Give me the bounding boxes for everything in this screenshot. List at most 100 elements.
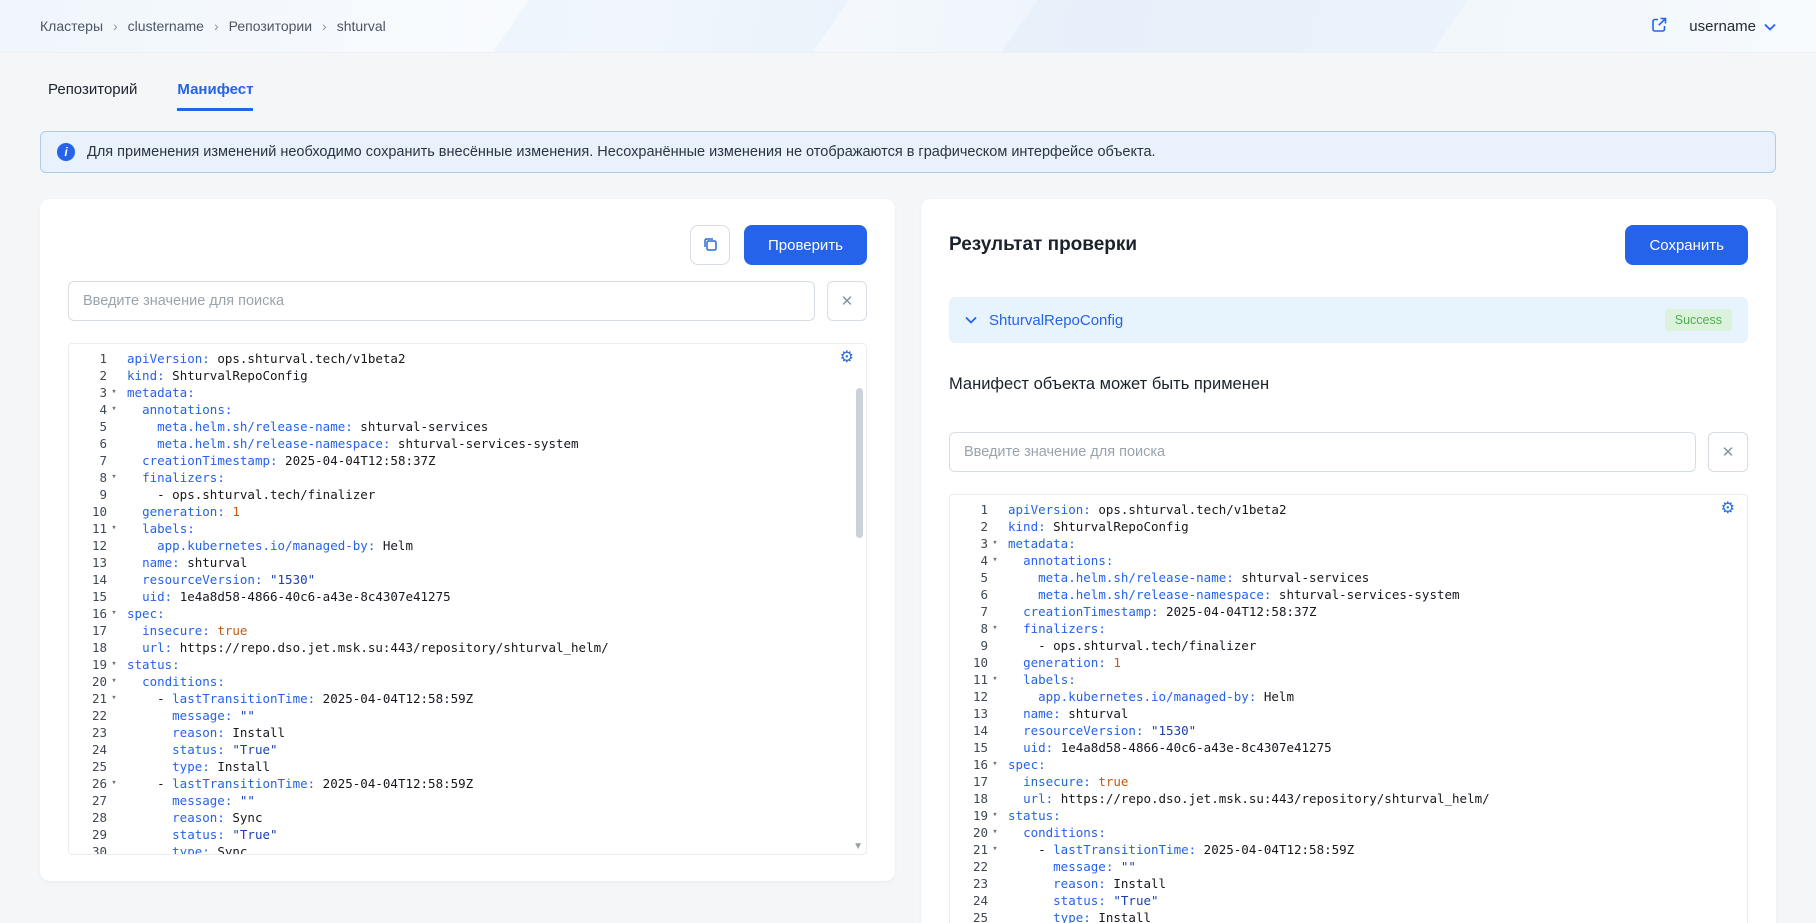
code-line: 4▾ annotations: xyxy=(950,552,1747,569)
breadcrumb-separator: › xyxy=(214,18,219,34)
result-yaml-content[interactable]: 1apiVersion: ops.shturval.tech/v1beta22k… xyxy=(950,495,1747,923)
code-line: 22 message: "" xyxy=(69,707,866,724)
info-icon: i xyxy=(57,143,75,161)
code-line: 6 meta.helm.sh/release-namespace: shturv… xyxy=(69,435,866,452)
code-line: 3▾metadata: xyxy=(950,535,1747,552)
editor-scrollbar[interactable] xyxy=(856,388,863,538)
result-header: Результат проверки Сохранить xyxy=(949,225,1748,265)
code-line: 15 uid: 1e4a8d58-4866-40c6-a43e-8c4307e4… xyxy=(69,588,866,605)
result-search-row: ✕ xyxy=(949,432,1748,472)
code-line: 23 reason: Install xyxy=(950,875,1747,892)
result-message: Манифест объекта может быть применен xyxy=(949,375,1748,394)
breadcrumb-clustername[interactable]: clustername xyxy=(128,18,204,34)
code-line: 4▾ annotations: xyxy=(69,401,866,418)
user-menu[interactable]: username xyxy=(1689,18,1776,35)
breadcrumb: Кластеры › clustername › Репозитории › s… xyxy=(40,18,386,34)
page: Кластеры › clustername › Репозитории › s… xyxy=(0,0,1816,923)
scrollbar-down-arrow-icon[interactable]: ▼ xyxy=(853,842,863,852)
code-line: 25 type: Install xyxy=(950,909,1747,923)
code-line: 3▾metadata: xyxy=(69,384,866,401)
username-label: username xyxy=(1689,18,1756,35)
manifest-editor-panel: Проверить ✕ ⚙ 1apiVersion: ops.shturval.… xyxy=(40,199,895,881)
result-search-input[interactable] xyxy=(949,432,1696,472)
breadcrumb-clusters[interactable]: Кластеры xyxy=(40,18,103,34)
code-line: 21▾ - lastTransitionTime: 2025-04-04T12:… xyxy=(69,690,866,707)
code-line: 14 resourceVersion: "1530" xyxy=(950,722,1747,739)
copy-icon xyxy=(702,236,718,255)
code-line: 2kind: ShturvalRepoConfig xyxy=(69,367,866,384)
clear-search-icon: ✕ xyxy=(1722,443,1735,461)
viewer-settings-gear-icon[interactable]: ⚙ xyxy=(1721,501,1735,517)
yaml-editor-content[interactable]: 1apiVersion: ops.shturval.tech/v1beta22k… xyxy=(69,344,866,855)
editor-toolbar: Проверить xyxy=(68,225,867,265)
breadcrumb-separator: › xyxy=(113,18,118,34)
editor-search-input[interactable] xyxy=(68,281,815,321)
status-badge: Success xyxy=(1665,309,1732,331)
code-line: 1apiVersion: ops.shturval.tech/v1beta2 xyxy=(69,350,866,367)
code-line: 24 status: "True" xyxy=(69,741,866,758)
code-line: 9 - ops.shturval.tech/finalizer xyxy=(69,486,866,503)
code-line: 9 - ops.shturval.tech/finalizer xyxy=(950,637,1747,654)
code-line: 28 reason: Sync xyxy=(69,809,866,826)
top-header: Кластеры › clustername › Репозитории › s… xyxy=(0,0,1816,53)
header-actions: username xyxy=(1649,15,1776,38)
code-line: 7 creationTimestamp: 2025-04-04T12:58:37… xyxy=(69,452,866,469)
result-search-clear-button[interactable]: ✕ xyxy=(1708,432,1748,472)
code-line: 30 type: Sync xyxy=(69,843,866,855)
open-external-button[interactable] xyxy=(1649,15,1669,38)
clear-search-icon: ✕ xyxy=(841,292,854,310)
breadcrumb-repositories[interactable]: Репозитории xyxy=(229,18,312,34)
code-line: 27 message: "" xyxy=(69,792,866,809)
yaml-editor: ⚙ 1apiVersion: ops.shturval.tech/v1beta2… xyxy=(68,343,867,855)
code-line: 14 resourceVersion: "1530" xyxy=(69,571,866,588)
resource-name-link[interactable]: ShturvalRepoConfig xyxy=(989,312,1123,329)
copy-button[interactable] xyxy=(690,225,730,265)
code-line: 10 generation: 1 xyxy=(69,503,866,520)
code-line: 18 url: https://repo.dso.jet.msk.su:443/… xyxy=(950,790,1747,807)
editor-search-clear-button[interactable]: ✕ xyxy=(827,281,867,321)
code-line: 5 meta.helm.sh/release-name: shturval-se… xyxy=(69,418,866,435)
tab-repository[interactable]: Репозиторий xyxy=(48,81,137,111)
code-line: 25 type: Install xyxy=(69,758,866,775)
save-button[interactable]: Сохранить xyxy=(1625,225,1748,265)
code-line: 16▾spec: xyxy=(950,756,1747,773)
breadcrumb-separator: › xyxy=(322,18,327,34)
code-line: 20▾ conditions: xyxy=(950,824,1747,841)
editor-search-row: ✕ xyxy=(68,281,867,321)
code-line: 26▾ - lastTransitionTime: 2025-04-04T12:… xyxy=(69,775,866,792)
code-line: 13 name: shturval xyxy=(950,705,1747,722)
code-line: 17 insecure: true xyxy=(950,773,1747,790)
code-line: 20▾ conditions: xyxy=(69,673,866,690)
code-line: 24 status: "True" xyxy=(950,892,1747,909)
tab-manifest[interactable]: Манифест xyxy=(177,81,253,111)
code-line: 12 app.kubernetes.io/managed-by: Helm xyxy=(950,688,1747,705)
check-button[interactable]: Проверить xyxy=(744,225,867,265)
result-title: Результат проверки xyxy=(949,234,1137,256)
code-line: 19▾status: xyxy=(950,807,1747,824)
editor-settings-gear-icon[interactable]: ⚙ xyxy=(840,350,854,366)
code-line: 21▾ - lastTransitionTime: 2025-04-04T12:… xyxy=(950,841,1747,858)
open-external-icon xyxy=(1649,15,1669,38)
code-line: 17 insecure: true xyxy=(69,622,866,639)
resource-collapse-row[interactable]: ShturvalRepoConfig Success xyxy=(949,297,1748,343)
code-line: 5 meta.helm.sh/release-name: shturval-se… xyxy=(950,569,1747,586)
code-line: 11▾ labels: xyxy=(950,671,1747,688)
code-line: 23 reason: Install xyxy=(69,724,866,741)
tab-bar: Репозиторий Манифест xyxy=(48,81,1816,111)
check-result-panel: Результат проверки Сохранить ShturvalRep… xyxy=(921,199,1776,923)
info-banner: i Для применения изменений необходимо со… xyxy=(40,131,1776,173)
code-line: 2kind: ShturvalRepoConfig xyxy=(950,518,1747,535)
code-line: 15 uid: 1e4a8d58-4866-40c6-a43e-8c4307e4… xyxy=(950,739,1747,756)
info-banner-text: Для применения изменений необходимо сохр… xyxy=(87,144,1156,160)
breadcrumb-current-repo: shturval xyxy=(337,18,386,34)
code-line: 7 creationTimestamp: 2025-04-04T12:58:37… xyxy=(950,603,1747,620)
code-line: 8▾ finalizers: xyxy=(950,620,1747,637)
code-line: 22 message: "" xyxy=(950,858,1747,875)
code-line: 19▾status: xyxy=(69,656,866,673)
chevron-down-icon xyxy=(1764,18,1776,35)
code-line: 13 name: shturval xyxy=(69,554,866,571)
code-line: 12 app.kubernetes.io/managed-by: Helm xyxy=(69,537,866,554)
code-line: 16▾spec: xyxy=(69,605,866,622)
content-area: Проверить ✕ ⚙ 1apiVersion: ops.shturval.… xyxy=(40,199,1776,923)
code-line: 6 meta.helm.sh/release-namespace: shturv… xyxy=(950,586,1747,603)
